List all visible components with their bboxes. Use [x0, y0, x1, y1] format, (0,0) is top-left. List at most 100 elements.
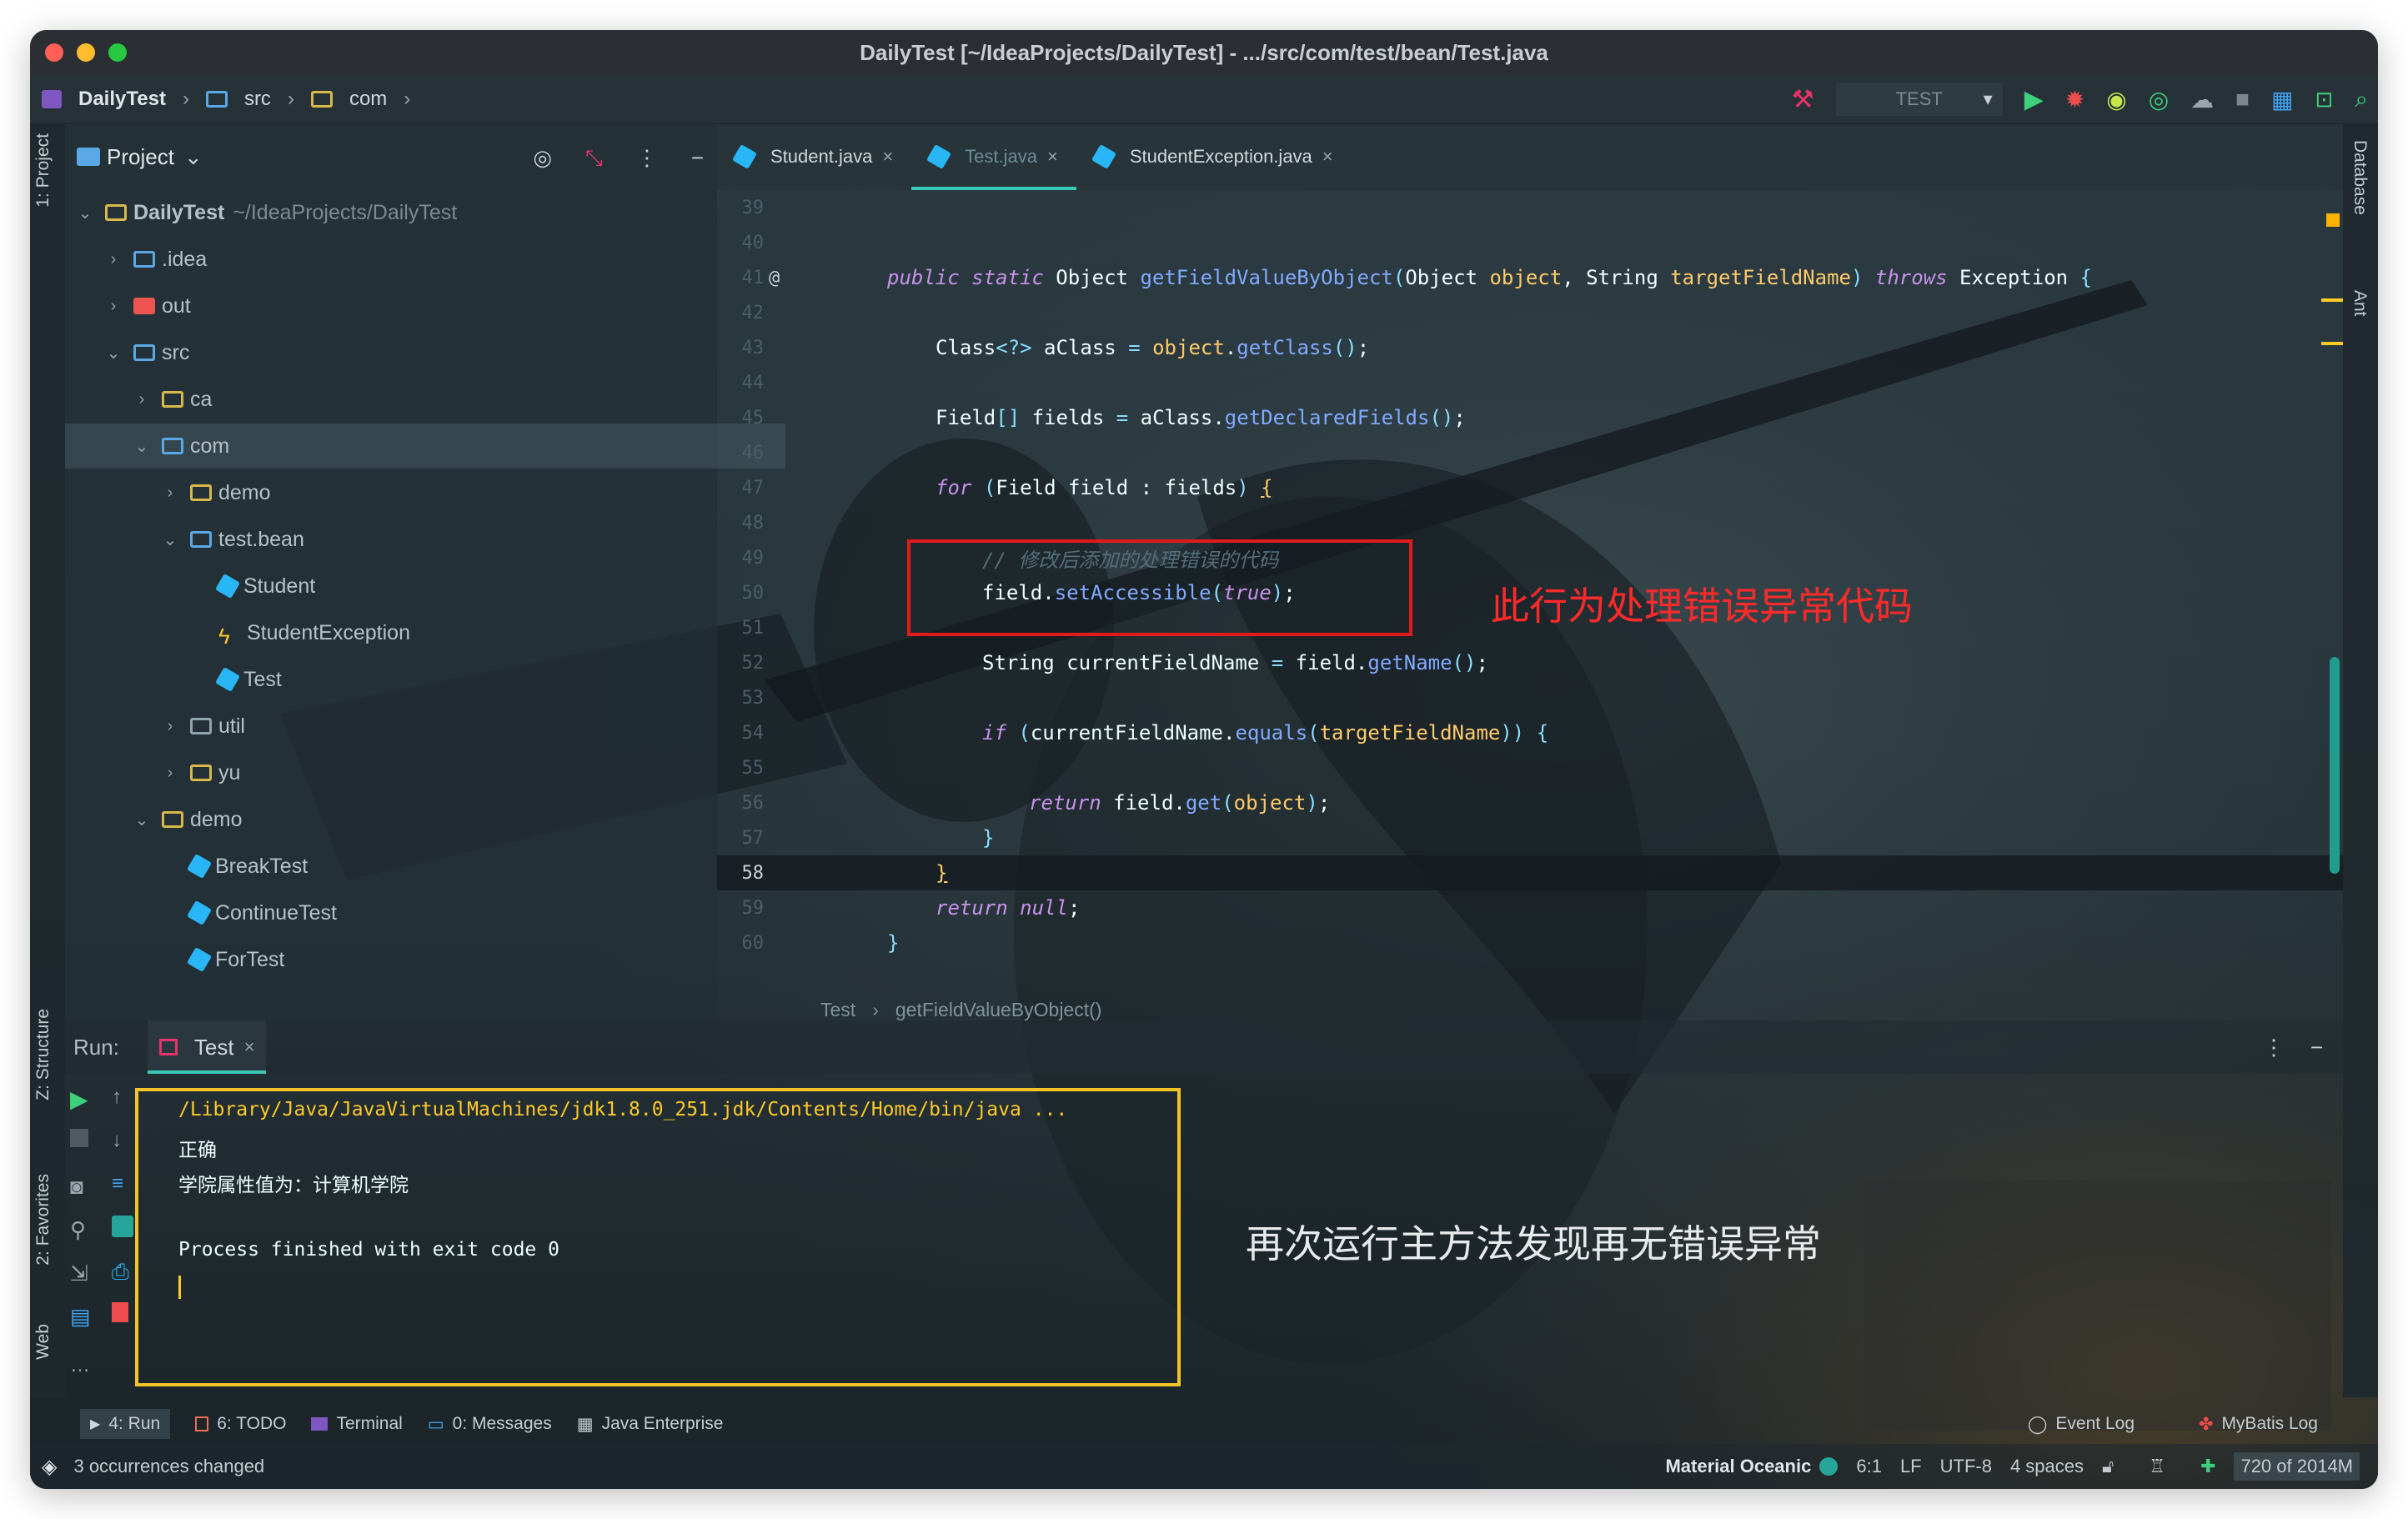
- minimize-window-button[interactable]: [77, 43, 95, 62]
- chevron-down-icon[interactable]: ⌄: [105, 343, 122, 363]
- override-marker-icon[interactable]: @: [769, 268, 780, 288]
- hide-panel-icon[interactable]: −: [691, 145, 704, 172]
- soft-wrap-icon[interactable]: ≡: [112, 1172, 135, 1196]
- chevron-right-icon[interactable]: ›: [133, 390, 150, 409]
- stop-icon[interactable]: ■: [2235, 86, 2250, 113]
- arrow-up-icon[interactable]: ↑: [112, 1085, 135, 1109]
- locate-target-icon[interactable]: ◎: [533, 145, 552, 172]
- build-hammer-icon[interactable]: ⚒: [1792, 85, 1814, 114]
- inspector-icon[interactable]: ♖: [2149, 1456, 2165, 1477]
- arrow-down-icon[interactable]: ↓: [112, 1129, 135, 1152]
- tree-item-idea[interactable]: › .idea: [65, 237, 757, 282]
- tab-student-exception-java[interactable]: StudentException.java ×: [1076, 123, 1352, 190]
- title-bar: DailyTest [~/IdeaProjects/DailyTest] - .…: [30, 30, 2378, 75]
- tool-window-run[interactable]: ▶ 4: Run: [80, 1409, 171, 1439]
- favorites-tool-tab[interactable]: 2: Favorites: [33, 1174, 53, 1266]
- tree-item-project-root[interactable]: ⌄ DailyTest ~/IdeaProjects/DailyTest: [65, 190, 729, 235]
- coverage-icon[interactable]: ◉: [2106, 86, 2126, 113]
- chevron-down-icon[interactable]: ⌄: [133, 810, 150, 830]
- file-encoding[interactable]: UTF-8: [1940, 1456, 1992, 1477]
- profile-icon[interactable]: ◎: [2149, 86, 2169, 113]
- indent-setting[interactable]: 4 spaces: [2010, 1456, 2084, 1477]
- tool-window-todo[interactable]: 6: TODO: [195, 1414, 286, 1434]
- tree-item-util[interactable]: › util: [65, 704, 814, 749]
- tree-item-out[interactable]: › out: [65, 283, 757, 328]
- tree-item-for-test[interactable]: ForTest: [65, 937, 814, 982]
- chevron-right-icon[interactable]: ›: [162, 764, 178, 783]
- rerun-icon[interactable]: ▶: [70, 1085, 93, 1112]
- exit-icon[interactable]: ⇲: [70, 1261, 93, 1286]
- breadcrumb-com[interactable]: com: [349, 88, 387, 111]
- scroll-to-end-icon[interactable]: [112, 1216, 133, 1237]
- trash-icon[interactable]: [112, 1302, 128, 1322]
- chevron-right-icon[interactable]: ›: [162, 717, 178, 736]
- more-options-icon[interactable]: ⋮: [636, 145, 658, 172]
- print-icon[interactable]: ⎙: [112, 1259, 135, 1284]
- tree-item-continue-test[interactable]: ContinueTest: [65, 890, 814, 935]
- ant-tool-tab[interactable]: Ant: [2350, 290, 2370, 317]
- tab-test-java[interactable]: Test.java ×: [911, 123, 1076, 190]
- lock-icon[interactable]: 🔓︎: [2102, 1456, 2114, 1477]
- close-tab-icon[interactable]: ×: [1322, 146, 1333, 168]
- structure-tool-tab[interactable]: Z: Structure: [33, 1009, 53, 1100]
- run-icon[interactable]: ▶: [2024, 85, 2044, 114]
- tool-window-mybatis-log[interactable]: ✤ MyBatis Log: [2199, 1414, 2318, 1435]
- search-icon[interactable]: ⌕: [2355, 86, 2368, 113]
- plugin-icon[interactable]: ✚: [2200, 1456, 2215, 1477]
- project-view-title[interactable]: Project: [107, 144, 174, 170]
- close-window-button[interactable]: [45, 43, 63, 62]
- pin-icon[interactable]: ⚲: [70, 1217, 93, 1242]
- run-configuration-select[interactable]: TEST ▾: [1835, 83, 2003, 116]
- hide-panel-icon[interactable]: −: [2310, 1035, 2323, 1060]
- close-tab-icon[interactable]: ×: [882, 146, 893, 168]
- zoom-window-button[interactable]: [108, 43, 127, 62]
- breadcrumb-class[interactable]: Test: [820, 999, 855, 1021]
- tree-item-demo-package[interactable]: ⌄ demo: [65, 797, 785, 842]
- collapse-all-icon[interactable]: ⤡: [585, 145, 603, 172]
- tree-item-src[interactable]: ⌄ src: [65, 330, 757, 375]
- tool-window-messages[interactable]: ▭ 0: Messages: [428, 1414, 552, 1435]
- tree-item-demo[interactable]: › demo: [65, 470, 814, 515]
- camera-icon[interactable]: ◙: [70, 1174, 93, 1199]
- tree-item-ca[interactable]: › ca: [65, 377, 785, 422]
- breadcrumb-method[interactable]: getFieldValueByObject(): [895, 999, 1102, 1021]
- tab-student-java[interactable]: Student.java ×: [717, 123, 911, 190]
- chevron-right-icon[interactable]: ›: [105, 250, 122, 269]
- layout-icon[interactable]: ▤: [70, 1304, 93, 1329]
- caret-position[interactable]: 6:1: [1856, 1456, 1882, 1477]
- chevron-right-icon[interactable]: ›: [105, 297, 122, 316]
- tree-item-test-bean[interactable]: ⌄ test.bean: [65, 517, 814, 562]
- debug-icon[interactable]: ✹: [2065, 86, 2084, 113]
- tool-window-event-log[interactable]: ◯ Event Log: [2028, 1414, 2135, 1435]
- project-structure-icon[interactable]: ▦: [2271, 86, 2293, 113]
- stop-icon[interactable]: [70, 1129, 88, 1147]
- web-tool-tab[interactable]: Web: [33, 1324, 53, 1360]
- editor-scrollbar[interactable]: [2330, 657, 2340, 874]
- chevron-down-icon[interactable]: ⌄: [77, 203, 93, 223]
- close-tab-icon[interactable]: ×: [1047, 146, 1058, 168]
- status-layers-icon[interactable]: ◈: [42, 1455, 57, 1479]
- project-tool-tab[interactable]: 1: Project: [33, 133, 53, 208]
- chevron-down-icon[interactable]: ⌄: [162, 529, 178, 550]
- attach-icon[interactable]: ☁: [2190, 86, 2214, 113]
- chevron-down-icon[interactable]: ⌄: [184, 144, 203, 170]
- terminal-toolbar-icon[interactable]: ⊡: [2315, 87, 2334, 113]
- tree-item-break-test[interactable]: BreakTest: [65, 844, 814, 889]
- run-tab-test[interactable]: Test ×: [147, 1020, 267, 1074]
- theme-name[interactable]: Material Oceanic: [1665, 1456, 1811, 1477]
- tool-window-terminal[interactable]: Terminal: [311, 1414, 403, 1434]
- more-options-icon[interactable]: ⋮: [2263, 1035, 2285, 1060]
- database-tool-tab[interactable]: Database: [2350, 140, 2370, 215]
- warning-marker-icon[interactable]: [2326, 213, 2340, 227]
- line-separator[interactable]: LF: [1900, 1456, 1922, 1477]
- breadcrumb-src[interactable]: src: [244, 88, 271, 111]
- more-icon[interactable]: …: [70, 1354, 93, 1377]
- tool-window-java-enterprise[interactable]: ▦ Java Enterprise: [577, 1414, 724, 1435]
- breadcrumb-project[interactable]: DailyTest: [78, 88, 166, 111]
- close-tab-icon[interactable]: ×: [244, 1036, 255, 1058]
- memory-indicator[interactable]: 720 of 2014M: [2234, 1452, 2360, 1481]
- chevron-down-icon[interactable]: ⌄: [133, 436, 150, 457]
- tree-item-yu[interactable]: › yu: [65, 750, 814, 795]
- tree-item-com[interactable]: ⌄ com: [65, 424, 785, 469]
- chevron-right-icon[interactable]: ›: [162, 484, 178, 503]
